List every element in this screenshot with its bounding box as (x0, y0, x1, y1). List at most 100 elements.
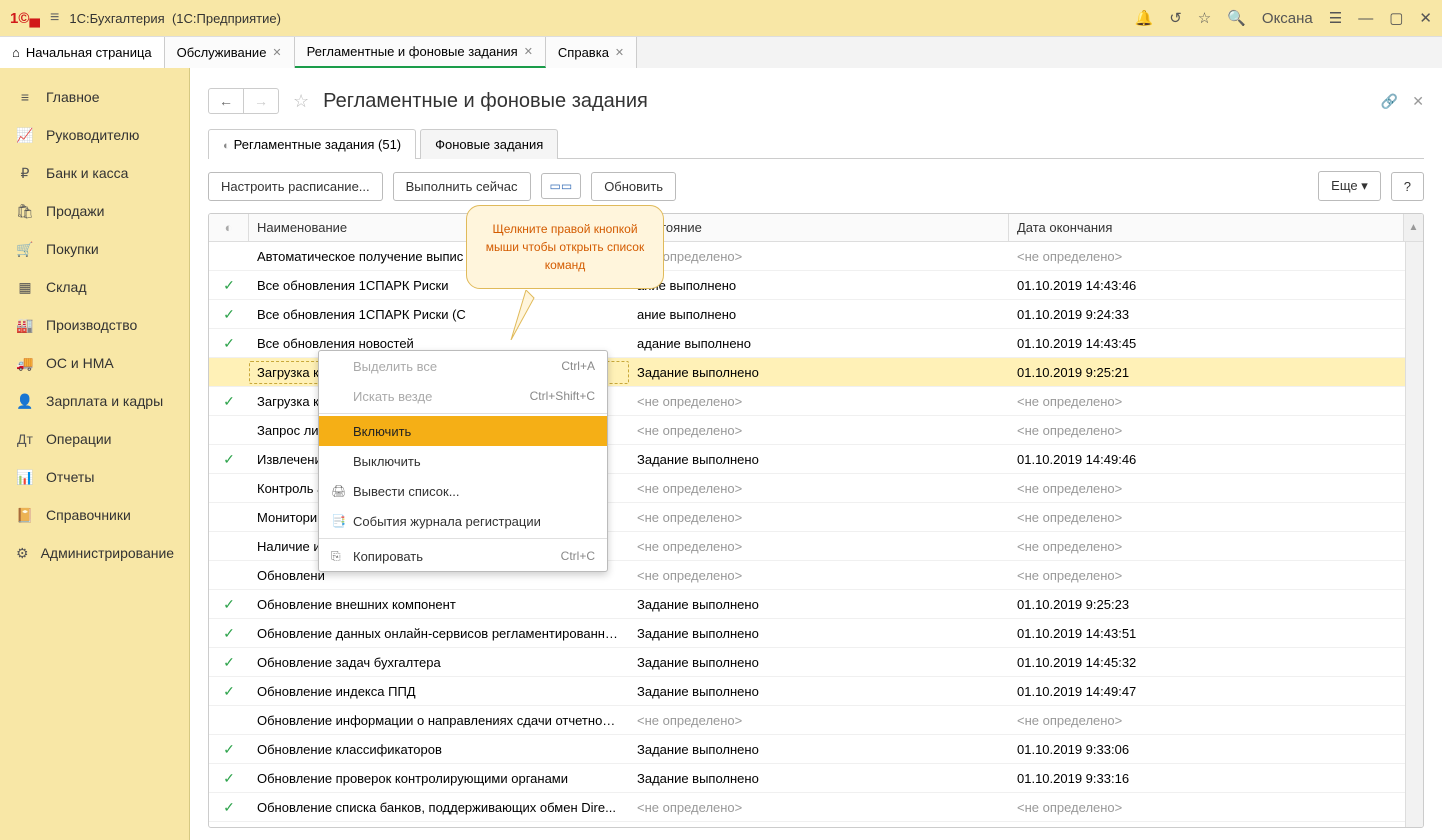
context-menu-item[interactable]: Выключить (319, 446, 607, 476)
tab[interactable]: Регламентные и фоновые задания✕ (295, 37, 546, 68)
page-close-button[interactable]: ✕ (1412, 93, 1424, 110)
sidebar-item-label: Главное (46, 89, 100, 105)
nav-icon: Дт (16, 430, 34, 448)
column-date[interactable]: Дата окончания (1009, 214, 1403, 241)
menu-item-icon: 🖨 (331, 484, 353, 498)
sidebar-item-label: Продажи (46, 203, 104, 219)
link-icon[interactable]: 🔗 (1381, 93, 1398, 110)
table-row[interactable]: ✓Обновление проверок контролирующими орг… (209, 764, 1423, 793)
table-row[interactable]: ✓Обновление задач бухгалтераЗадание выпо… (209, 648, 1423, 677)
hint-text: Щелкните правой кнопкой мыши чтобы откры… (486, 222, 644, 272)
row-state: Задание выполнено (629, 626, 1009, 641)
nav-icon: 📊 (16, 468, 34, 486)
column-status-icon[interactable]: ◐ (209, 214, 249, 241)
menu-divider (319, 413, 607, 414)
refresh-button[interactable]: Обновить (591, 172, 676, 201)
row-date: <не определено> (1009, 539, 1423, 554)
sidebar-item-label: Склад (46, 279, 87, 295)
table-row[interactable]: ✓Обновление индекса ППДЗадание выполнено… (209, 677, 1423, 706)
sidebar-item[interactable]: 📊Отчеты (0, 458, 189, 496)
tab[interactable]: Справка ✕ (546, 37, 637, 68)
table-row[interactable]: Обновление информации о направлениях сда… (209, 706, 1423, 735)
table-row[interactable]: ✓Обновление классификаторовЗадание выпол… (209, 735, 1423, 764)
nav-icon: 🏭 (16, 316, 34, 334)
nav-icon: 📔 (16, 506, 34, 524)
row-date: 01.10.2019 14:43:51 (1009, 626, 1423, 641)
sidebar-item[interactable]: 📈Руководителю (0, 116, 189, 154)
context-menu-item[interactable]: 📑События журнала регистрации (319, 506, 607, 536)
help-button[interactable]: ? (1391, 172, 1424, 201)
table-row[interactable]: ✓Обработка ответов ЕГАИСЗадание выполнен… (209, 822, 1423, 827)
table-row[interactable]: ✓Обновление списка банков, поддерживающи… (209, 793, 1423, 822)
tab-close-icon[interactable]: ✕ (615, 46, 624, 59)
row-state: <не определено> (629, 568, 1009, 583)
sidebar-item[interactable]: ≡ Главное (0, 78, 189, 116)
row-date: 01.10.2019 9:25:21 (1009, 365, 1423, 380)
row-check-icon: ✓ (209, 654, 249, 671)
sidebar-item[interactable]: 🛒Покупки (0, 230, 189, 268)
scrollbar[interactable] (1405, 242, 1423, 827)
user-label[interactable]: Оксана (1262, 10, 1313, 27)
nav-back-button[interactable]: ← (209, 89, 244, 113)
nav-icon: ▦ (16, 278, 34, 296)
sidebar-item[interactable]: ▦ Склад (0, 268, 189, 306)
favorite-icon[interactable]: ☆ (293, 91, 309, 112)
column-state[interactable]: Состояние (629, 214, 1009, 241)
run-now-button[interactable]: Выполнить сейчас (393, 172, 531, 201)
scroll-up[interactable]: ▲ (1403, 214, 1423, 241)
row-name: Все обновления новостей (249, 336, 629, 351)
tab[interactable]: Обслуживание✕ (165, 37, 295, 68)
view-icon-button[interactable]: ▭▭ (541, 173, 582, 199)
context-menu-item[interactable]: ⎘КопироватьCtrl+C (319, 541, 607, 571)
subtab[interactable]: ◐Регламентные задания (51) (208, 129, 416, 159)
nav-icon: 🛒 (16, 240, 34, 258)
settings-icon[interactable]: ☰ (1329, 9, 1342, 27)
row-date: 01.10.2019 14:49:47 (1009, 684, 1423, 699)
table-row[interactable]: ✓Все обновления 1СПАРК Риски (Сание выпо… (209, 300, 1423, 329)
sidebar-item[interactable]: 🏭Производство (0, 306, 189, 344)
tab-label: Справка (558, 45, 609, 60)
tab-home[interactable]: ⌂ Начальная страница (0, 37, 165, 68)
subtab[interactable]: Фоновые задания (420, 129, 558, 159)
menu-item-icon: 📑 (331, 514, 353, 528)
schedule-button[interactable]: Настроить расписание... (208, 172, 383, 201)
minimize-button[interactable]: — (1358, 10, 1373, 27)
sidebar-item[interactable]: 🚚ОС и НМА (0, 344, 189, 382)
sidebar-item[interactable]: ₽Банк и касса (0, 154, 189, 192)
sidebar-item[interactable]: 📔Справочники (0, 496, 189, 534)
maximize-button[interactable]: ▢ (1389, 9, 1403, 27)
table-row[interactable]: ✓Обновление внешних компонентЗадание вып… (209, 590, 1423, 619)
sidebar-item[interactable]: 👤 Зарплата и кадры (0, 382, 189, 420)
nav-icon: ≡ (16, 88, 34, 106)
more-button[interactable]: Еще ▾ (1318, 171, 1381, 201)
nav-icon: 👤 (16, 392, 34, 410)
app-title: 1С:Бухгалтерия (1С:Предприятие) (69, 11, 281, 26)
row-state: адание выполнено (629, 336, 1009, 351)
context-menu: Выделить всеCtrl+AИскать вездеCtrl+Shift… (318, 350, 608, 572)
tab-close-icon[interactable]: ✕ (524, 45, 533, 58)
context-menu-item[interactable]: 🖨Вывести список... (319, 476, 607, 506)
row-name: Обновление задач бухгалтера (249, 655, 629, 670)
close-button[interactable]: ✕ (1419, 9, 1432, 27)
app-window: 1©▄ ≡ 1С:Бухгалтерия (1С:Предприятие) 🔔 … (0, 0, 1442, 840)
sidebar-item[interactable]: 🛍Продажи (0, 192, 189, 230)
bell-icon[interactable]: 🔔 (1135, 9, 1154, 27)
sidebar-item[interactable]: ДтОперации (0, 420, 189, 458)
hamburger-icon[interactable]: ≡ (50, 9, 59, 27)
row-name: Обновление проверок контролирующими орга… (249, 771, 629, 786)
sidebar: ≡ Главное 📈Руководителю₽Банк и касса🛍Прода… (0, 68, 190, 840)
table-row[interactable]: ✓Все обновления 1СПАРК Рискиание выполне… (209, 271, 1423, 300)
tab-close-icon[interactable]: ✕ (272, 46, 281, 59)
star-icon[interactable]: ☆ (1198, 9, 1211, 27)
table-row[interactable]: Автоматическое получение выпис<не опреде… (209, 242, 1423, 271)
sidebar-item[interactable]: ⚙Администрирование (0, 534, 189, 572)
search-icon[interactable]: 🔍 (1227, 9, 1246, 27)
menu-item-label: Выключить (353, 454, 595, 469)
table-row[interactable]: ✓Обновление данных онлайн-сервисов регла… (209, 619, 1423, 648)
row-check-icon: ✓ (209, 799, 249, 816)
nav-forward-button[interactable]: → (244, 89, 278, 113)
row-check-icon: ✓ (209, 741, 249, 758)
sidebar-item-label: Зарплата и кадры (46, 393, 163, 409)
history-icon[interactable]: ↺ (1169, 9, 1182, 27)
context-menu-item[interactable]: Включить (319, 416, 607, 446)
